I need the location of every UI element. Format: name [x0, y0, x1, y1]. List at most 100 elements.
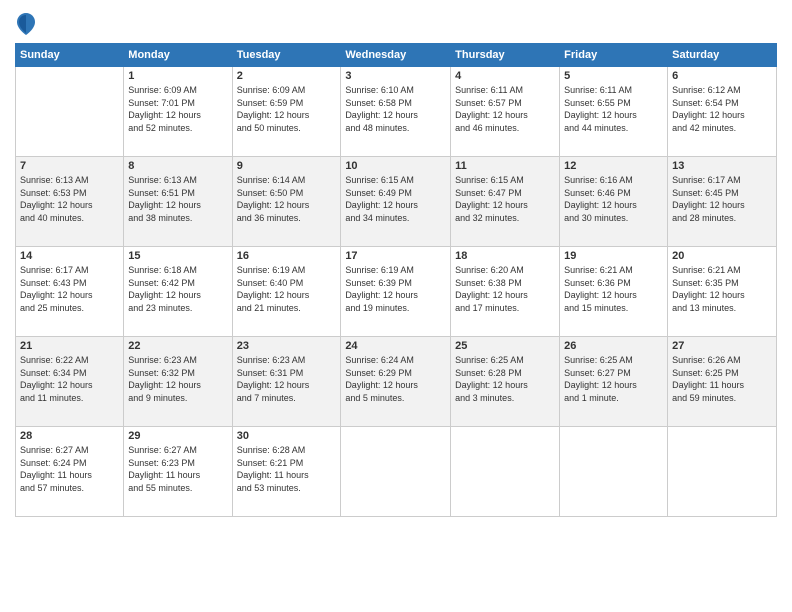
weekday-header-wednesday: Wednesday: [341, 44, 451, 67]
week-row-1: 1 Sunrise: 6:09 AM Sunset: 7:01 PM Daylig…: [16, 67, 777, 157]
day-cell: 15 Sunrise: 6:18 AM Sunset: 6:42 PM Dayli…: [124, 247, 232, 337]
day-number: 3: [345, 70, 446, 82]
day-cell: 21 Sunrise: 6:22 AM Sunset: 6:34 PM Dayli…: [16, 337, 124, 427]
day-info: Sunrise: 6:14 AM Sunset: 6:50 PM Dayligh…: [237, 174, 337, 224]
day-number: 9: [237, 160, 337, 172]
day-info: Sunrise: 6:12 AM Sunset: 6:54 PM Dayligh…: [672, 84, 772, 134]
day-info: Sunrise: 6:11 AM Sunset: 6:55 PM Dayligh…: [564, 84, 663, 134]
day-info: Sunrise: 6:26 AM Sunset: 6:25 PM Dayligh…: [672, 354, 772, 404]
week-row-4: 21 Sunrise: 6:22 AM Sunset: 6:34 PM Dayli…: [16, 337, 777, 427]
day-info: Sunrise: 6:19 AM Sunset: 6:40 PM Dayligh…: [237, 264, 337, 314]
day-info: Sunrise: 6:23 AM Sunset: 6:32 PM Dayligh…: [128, 354, 227, 404]
day-cell: 30 Sunrise: 6:28 AM Sunset: 6:21 PM Dayli…: [232, 427, 341, 517]
day-cell: [16, 67, 124, 157]
day-info: Sunrise: 6:20 AM Sunset: 6:38 PM Dayligh…: [455, 264, 555, 314]
day-number: 13: [672, 160, 772, 172]
day-number: 20: [672, 250, 772, 262]
day-info: Sunrise: 6:27 AM Sunset: 6:23 PM Dayligh…: [128, 444, 227, 494]
day-cell: 19 Sunrise: 6:21 AM Sunset: 6:36 PM Dayli…: [560, 247, 668, 337]
day-info: Sunrise: 6:21 AM Sunset: 6:35 PM Dayligh…: [672, 264, 772, 314]
weekday-header-row: SundayMondayTuesdayWednesdayThursdayFrid…: [16, 44, 777, 67]
day-cell: 4 Sunrise: 6:11 AM Sunset: 6:57 PM Daylig…: [451, 67, 560, 157]
day-number: 15: [128, 250, 227, 262]
day-number: 6: [672, 70, 772, 82]
day-cell: 14 Sunrise: 6:17 AM Sunset: 6:43 PM Dayli…: [16, 247, 124, 337]
day-cell: 26 Sunrise: 6:25 AM Sunset: 6:27 PM Dayli…: [560, 337, 668, 427]
calendar-table: SundayMondayTuesdayWednesdayThursdayFrid…: [15, 43, 777, 517]
day-info: Sunrise: 6:17 AM Sunset: 6:43 PM Dayligh…: [20, 264, 119, 314]
day-cell: 17 Sunrise: 6:19 AM Sunset: 6:39 PM Dayli…: [341, 247, 451, 337]
day-cell: 10Sunrise: 6:15 AM Sunset: 6:49 PM Dayli…: [341, 157, 451, 247]
day-cell: 28Sunrise: 6:27 AM Sunset: 6:24 PM Dayli…: [16, 427, 124, 517]
day-number: 18: [455, 250, 555, 262]
day-number: 17: [345, 250, 446, 262]
day-info: Sunrise: 6:15 AM Sunset: 6:47 PM Dayligh…: [455, 174, 555, 224]
weekday-header-sunday: Sunday: [16, 44, 124, 67]
day-number: 30: [237, 430, 337, 442]
day-cell: 18 Sunrise: 6:20 AM Sunset: 6:38 PM Dayli…: [451, 247, 560, 337]
day-info: Sunrise: 6:27 AM Sunset: 6:24 PM Dayligh…: [20, 444, 119, 494]
day-cell: 6 Sunrise: 6:12 AM Sunset: 6:54 PM Daylig…: [668, 67, 777, 157]
weekday-header-tuesday: Tuesday: [232, 44, 341, 67]
day-number: 11: [455, 160, 555, 172]
day-cell: 7 Sunrise: 6:13 AM Sunset: 6:53 PM Daylig…: [16, 157, 124, 247]
day-cell: 1 Sunrise: 6:09 AM Sunset: 7:01 PM Daylig…: [124, 67, 232, 157]
day-cell: 5 Sunrise: 6:11 AM Sunset: 6:55 PM Daylig…: [560, 67, 668, 157]
day-number: 25: [455, 340, 555, 352]
day-cell: [668, 427, 777, 517]
day-number: 21: [20, 340, 119, 352]
day-info: Sunrise: 6:09 AM Sunset: 7:01 PM Dayligh…: [128, 84, 227, 134]
day-info: Sunrise: 6:28 AM Sunset: 6:21 PM Dayligh…: [237, 444, 337, 494]
day-number: 10: [345, 160, 446, 172]
day-number: 1: [128, 70, 227, 82]
day-info: Sunrise: 6:11 AM Sunset: 6:57 PM Dayligh…: [455, 84, 555, 134]
day-info: Sunrise: 6:10 AM Sunset: 6:58 PM Dayligh…: [345, 84, 446, 134]
weekday-header-saturday: Saturday: [668, 44, 777, 67]
day-cell: 25Sunrise: 6:25 AM Sunset: 6:28 PM Dayli…: [451, 337, 560, 427]
day-number: 7: [20, 160, 119, 172]
day-cell: 2 Sunrise: 6:09 AM Sunset: 6:59 PM Daylig…: [232, 67, 341, 157]
day-number: 14: [20, 250, 119, 262]
day-info: Sunrise: 6:21 AM Sunset: 6:36 PM Dayligh…: [564, 264, 663, 314]
day-info: Sunrise: 6:19 AM Sunset: 6:39 PM Dayligh…: [345, 264, 446, 314]
day-number: 23: [237, 340, 337, 352]
day-number: 29: [128, 430, 227, 442]
day-number: 24: [345, 340, 446, 352]
day-info: Sunrise: 6:16 AM Sunset: 6:46 PM Dayligh…: [564, 174, 663, 224]
day-number: 19: [564, 250, 663, 262]
header: [15, 10, 777, 35]
logo-icon: [17, 13, 35, 35]
day-cell: 16Sunrise: 6:19 AM Sunset: 6:40 PM Dayli…: [232, 247, 341, 337]
day-number: 2: [237, 70, 337, 82]
week-row-2: 7 Sunrise: 6:13 AM Sunset: 6:53 PM Daylig…: [16, 157, 777, 247]
day-number: 27: [672, 340, 772, 352]
day-info: Sunrise: 6:13 AM Sunset: 6:51 PM Dayligh…: [128, 174, 227, 224]
day-number: 26: [564, 340, 663, 352]
day-cell: 20 Sunrise: 6:21 AM Sunset: 6:35 PM Dayli…: [668, 247, 777, 337]
day-number: 12: [564, 160, 663, 172]
day-cell: [451, 427, 560, 517]
day-cell: 27 Sunrise: 6:26 AM Sunset: 6:25 PM Dayli…: [668, 337, 777, 427]
week-row-3: 14 Sunrise: 6:17 AM Sunset: 6:43 PM Dayli…: [16, 247, 777, 337]
day-info: Sunrise: 6:09 AM Sunset: 6:59 PM Dayligh…: [237, 84, 337, 134]
calendar-page: SundayMondayTuesdayWednesdayThursdayFrid…: [0, 0, 792, 612]
day-cell: 13 Sunrise: 6:17 AM Sunset: 6:45 PM Dayli…: [668, 157, 777, 247]
day-info: Sunrise: 6:24 AM Sunset: 6:29 PM Dayligh…: [345, 354, 446, 404]
weekday-header-friday: Friday: [560, 44, 668, 67]
day-info: Sunrise: 6:13 AM Sunset: 6:53 PM Dayligh…: [20, 174, 119, 224]
day-info: Sunrise: 6:25 AM Sunset: 6:27 PM Dayligh…: [564, 354, 663, 404]
weekday-header-monday: Monday: [124, 44, 232, 67]
day-cell: 3 Sunrise: 6:10 AM Sunset: 6:58 PM Daylig…: [341, 67, 451, 157]
day-cell: 9 Sunrise: 6:14 AM Sunset: 6:50 PM Daylig…: [232, 157, 341, 247]
week-row-5: 28Sunrise: 6:27 AM Sunset: 6:24 PM Dayli…: [16, 427, 777, 517]
day-number: 22: [128, 340, 227, 352]
day-cell: 22 Sunrise: 6:23 AM Sunset: 6:32 PM Dayli…: [124, 337, 232, 427]
day-number: 5: [564, 70, 663, 82]
day-info: Sunrise: 6:18 AM Sunset: 6:42 PM Dayligh…: [128, 264, 227, 314]
day-info: Sunrise: 6:17 AM Sunset: 6:45 PM Dayligh…: [672, 174, 772, 224]
day-number: 4: [455, 70, 555, 82]
day-info: Sunrise: 6:22 AM Sunset: 6:34 PM Dayligh…: [20, 354, 119, 404]
weekday-header-thursday: Thursday: [451, 44, 560, 67]
day-info: Sunrise: 6:23 AM Sunset: 6:31 PM Dayligh…: [237, 354, 337, 404]
day-cell: [341, 427, 451, 517]
